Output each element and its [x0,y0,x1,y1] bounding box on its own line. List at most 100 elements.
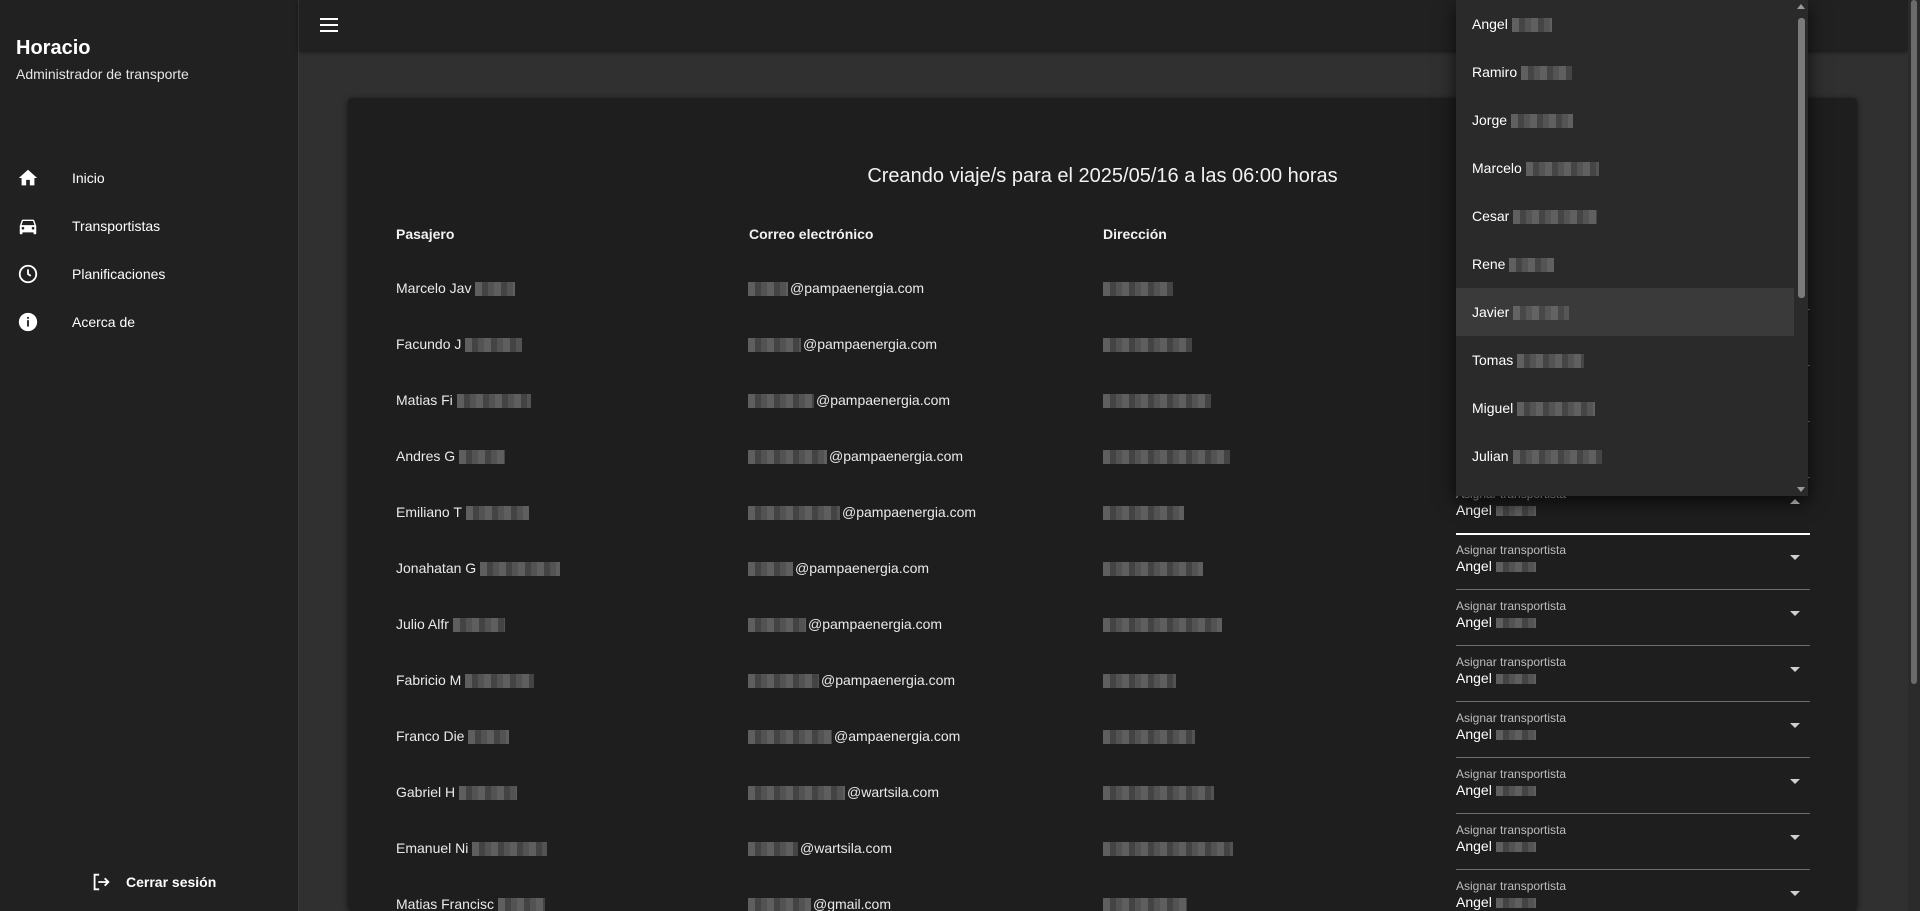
passenger-email-text: @pampaenergia.com [842,504,977,520]
passenger-address [1103,448,1230,465]
assign-transportista-select[interactable]: Asignar transportistaAngel [1456,645,1810,702]
sidebar-item-acerca-de[interactable]: Acerca de [0,298,298,346]
sidebar-item-inicio[interactable]: Inicio [0,154,298,202]
chevron-down-icon[interactable] [1790,779,1800,784]
chevron-down-icon[interactable] [1790,667,1800,672]
dropdown-option[interactable]: Tomas [1456,336,1794,384]
select-value-text: Angel [1456,838,1492,854]
dropdown-option-label: Miguel [1472,400,1596,417]
dropdown-option-label: Angel [1472,16,1552,33]
redacted-block [465,506,529,521]
passenger-address [1103,392,1211,409]
car-icon [16,214,40,238]
dropdown-option[interactable]: Julian [1456,432,1794,480]
redacted-block [472,842,548,857]
dropdown-scrollbar[interactable] [1794,0,1808,496]
dropdown-option[interactable]: Javier [1456,288,1794,336]
redacted-block [748,338,801,353]
redacted-block [1517,402,1596,417]
dropdown-option[interactable]: Rene [1456,240,1794,288]
dropdown-option-text: Julian [1472,448,1509,464]
select-value-text: Angel [1456,558,1492,574]
redacted-block [748,618,806,633]
redacted-block [748,506,840,521]
redacted-block [748,730,832,745]
passenger-name: Gabriel H [396,784,518,801]
passenger-email: @gmail.com [748,896,891,911]
passenger-email-text: @wartsila.com [800,840,893,856]
redacted-block [1495,562,1536,573]
logout-button[interactable]: Cerrar sesión [90,870,216,894]
dropdown-option[interactable]: Marcelo [1456,144,1794,192]
assign-transportista-select[interactable]: Asignar transportistaAngel [1456,701,1810,758]
passenger-name-text: Fabricio M [396,672,462,688]
select-value-text: Angel [1456,670,1492,686]
scroll-up-icon[interactable] [1797,4,1805,9]
redacted-block [1512,450,1602,465]
passenger-email-text: @pampaenergia.com [790,280,925,296]
dropdown-option[interactable]: Cesar [1456,192,1794,240]
assign-transportista-select[interactable]: Asignar transportistaAngel [1456,757,1810,814]
passenger-name-text: Emanuel Ni [396,840,469,856]
chevron-down-icon[interactable] [1790,835,1800,840]
dropdown-option[interactable]: Ramiro [1456,48,1794,96]
passenger-email: @wartsila.com [748,840,893,857]
redacted-block [1513,306,1570,321]
sidebar-item-label: Acerca de [72,314,136,330]
select-value: Angel [1456,614,1536,630]
passenger-email: @pampaenergia.com [748,280,925,297]
transportista-dropdown[interactable]: Julian Miguel Tomas Javier Rene Cesar Marcelo J… [1456,0,1808,496]
chevron-up-icon[interactable] [1790,499,1800,504]
redacted-block [480,562,561,577]
redacted-block [748,282,788,297]
passenger-email: @pampaenergia.com [748,560,929,577]
passenger-address [1103,672,1176,689]
redacted-block [1103,562,1203,577]
assign-transportista-select[interactable]: Asignar transportistaAngel [1456,589,1810,646]
dropdown-option[interactable]: Angel [1456,0,1794,48]
passenger-email-text: @gmail.com [813,896,892,911]
redacted-block [468,730,510,745]
sidebar-item-planificaciones[interactable]: Planificaciones [0,250,298,298]
passenger-name: Facundo J [396,336,523,353]
passenger-email-text: @pampaenergia.com [803,336,938,352]
dropdown-option[interactable]: Jorge [1456,96,1794,144]
chevron-down-icon[interactable] [1790,555,1800,560]
chevron-down-icon[interactable] [1790,891,1800,896]
chevron-down-icon[interactable] [1790,723,1800,728]
chevron-down-icon[interactable] [1790,611,1800,616]
redacted-block [459,450,506,465]
sidebar: Horacio Administrador de transporte Inic… [0,0,299,911]
redacted-block [1103,898,1187,911]
redacted-block [1495,898,1536,909]
passenger-address [1103,784,1214,801]
redacted-block [465,338,523,353]
select-value-text: Angel [1456,894,1492,910]
sidebar-item-label: Transportistas [72,218,161,234]
passenger-name-text: Gabriel H [396,784,456,800]
assign-transportista-select[interactable]: Asignar transportistaAngel [1456,869,1810,911]
passenger-address [1103,840,1233,857]
sidebar-nav: Inicio Transportistas Planificaciones Ac… [0,154,298,346]
assign-transportista-select[interactable]: Asignar transportistaAngel [1456,533,1810,590]
redacted-block [1495,842,1536,853]
passenger-address [1103,504,1184,521]
dropdown-option[interactable]: Miguel [1456,384,1794,432]
assign-transportista-select[interactable]: Asignar transportistaAngel [1456,813,1810,870]
logout-label: Cerrar sesión [126,874,217,890]
redacted-block [748,786,845,801]
redacted-block [1495,618,1536,629]
sidebar-item-transportistas[interactable]: Transportistas [0,202,298,250]
select-label: Asignar transportista [1456,543,1567,557]
scroll-down-icon[interactable] [1797,487,1805,492]
dropdown-option-text: Marcelo [1472,160,1522,176]
menu-icon[interactable] [317,13,341,37]
redacted-block [1509,258,1555,273]
sidebar-item-label: Inicio [72,170,105,186]
select-value-text: Angel [1456,614,1492,630]
redacted-block [475,282,516,297]
redacted-block [1511,18,1552,33]
redacted-block [1103,730,1195,745]
redacted-block [748,450,827,465]
page-scrollbar[interactable] [1908,0,1920,911]
